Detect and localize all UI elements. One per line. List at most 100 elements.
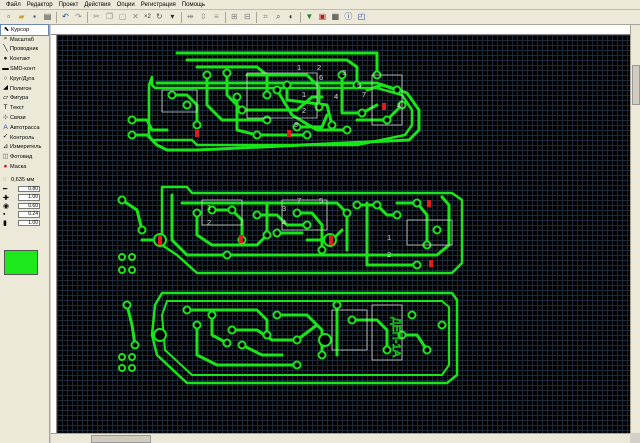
circle-icon: ○ [3,74,8,82]
mirror-h-icon[interactable]: ⇹ [185,12,196,23]
pin-number: 4 [397,101,401,110]
contrast-icon[interactable]: ◐ [286,12,297,23]
tool-connections[interactable]: ⊹ Связи [0,113,49,123]
measure-icon: ⊿ [2,143,9,151]
smd-icon: ▬ [2,64,9,72]
track-width-icon: ━ [3,186,8,194]
pin-number: 3 [282,204,286,213]
mirror-v-icon[interactable]: ⇳ [198,12,209,23]
menu-actions[interactable]: Действия [81,2,113,8]
tool-label: Контроль [10,134,35,141]
smd-height-icon: ▮ [3,220,7,228]
tool-label: Маска [10,164,27,171]
pin-number: 7 [362,90,366,99]
top-board [130,51,421,152]
copy-icon[interactable]: ❐ [104,12,115,23]
align-icon[interactable]: ≡ [211,12,222,23]
horizontal-scroll-thumb[interactable] [91,435,151,443]
menu-registration[interactable]: Регистрация [138,2,179,8]
track-width-row[interactable]: ━ 0.80 [0,185,49,194]
tool-smd[interactable]: ▬ SMD-конт [0,64,49,74]
pin-number: 1 [387,233,391,242]
cursor-icon: ⬉ [3,25,10,33]
toolbar-separator [56,11,57,23]
smd-height-row[interactable]: ▮ 1.00 [0,219,49,228]
tool-label: Круг/Дуга [10,75,35,82]
tool-label: Курсор [11,26,30,33]
tool-cursor[interactable]: ⬉ Курсор [0,24,49,36]
zoom-factor-button[interactable]: ×2 [143,12,152,23]
hole-size-icon: ◉ [3,203,10,211]
pcb-canvas[interactable]: ДЕП-1А 1234567123412345712 [57,35,630,433]
hole-size-row[interactable]: ◉ 0.60 [0,202,49,211]
hole-size-value[interactable]: 0.60 [18,202,40,210]
new-file-icon[interactable]: ▫ [3,12,14,23]
smd-height-value[interactable]: 1.00 [18,219,40,227]
tool-autoroute[interactable]: A Автотрасса [0,123,49,133]
smd-width-icon: ▪ [3,211,6,219]
display-icon[interactable]: ▦ [330,12,341,23]
horizontal-scrollbar[interactable] [51,433,630,443]
board-label: ДЕП-1А [390,317,402,357]
toolbar-separator [255,11,257,23]
layer-color-swatch[interactable] [4,250,38,275]
toolbar-separator [87,11,88,23]
vertical-scrollbar[interactable] [630,25,640,433]
pin-number: 4 [334,92,338,101]
tool-magnifier[interactable]: ⌕ Масштаб [0,35,49,45]
redo-icon[interactable]: ↷ [73,12,84,23]
pin-number: 3 [342,68,346,77]
delete-icon[interactable]: ✕ [130,12,141,23]
properties-icon[interactable]: ◰ [356,12,367,23]
pad-size-row[interactable]: ✚ 1.00 [0,193,49,202]
pin-number: 2 [317,63,321,72]
rotate-icon[interactable]: ↻ [154,12,165,23]
tool-panel: ⬉ Курсор ⌕ Масштаб ╲ Проводник ● Контакт ▬ SMD-ко… [0,24,50,443]
tool-polygon[interactable]: ◢ Полигон [0,84,49,94]
chevron-down-icon[interactable]: ▾ [167,12,178,23]
toolbar-separator [299,11,301,23]
ruler-top [51,25,630,35]
menu-help[interactable]: Помощь [179,2,208,8]
group-icon[interactable]: ⊞ [229,12,240,23]
tool-pad[interactable]: ● Контакт [0,54,49,64]
menu-options[interactable]: Опции [114,2,138,8]
ungroup-icon[interactable]: ⊟ [242,12,253,23]
tool-track[interactable]: ╲ Проводник [0,45,49,55]
pcb-layout: ДЕП-1А 12345671 23412345712 [117,51,464,385]
snap-icon[interactable]: ⌗ [260,12,271,23]
smd-width-row[interactable]: ▪ 0.24 [0,210,49,219]
pad-size-value[interactable]: 1.00 [18,194,40,201]
track-width-value[interactable]: 0.80 [18,185,40,193]
grid-size[interactable]: ⁙ 0,635 мм [0,175,49,185]
track-icon: ╲ [3,45,8,53]
tool-shape[interactable]: ▱ Фигура [0,94,49,104]
tool-text[interactable]: T Текст [0,103,49,113]
pin-number: 2 [387,250,391,259]
open-icon[interactable]: ▰ [16,12,27,23]
pin-number: 1 [302,90,306,99]
save-icon[interactable]: ▪ [29,12,40,23]
menu-project[interactable]: Проект [56,2,82,8]
photo-icon: ◫ [2,153,9,160]
print-icon[interactable]: ▤ [42,12,53,23]
smd-width-value[interactable]: 0.24 [18,211,40,218]
layer-f-icon[interactable]: ▼ [304,12,315,23]
component-icon[interactable]: ▣ [317,12,328,23]
menu-bar: Файл Редактор Проект Действия Опции Реги… [0,0,640,10]
tool-measure[interactable]: ⊿ Измеритель [0,143,49,153]
tool-control[interactable]: ✓ Контроль [0,133,49,143]
cut-icon[interactable]: ✂ [91,12,102,23]
tool-photo[interactable]: ◫ Фотовид [0,152,49,162]
zoom-icon[interactable]: ⌕ [273,12,284,23]
tool-mask[interactable]: ● Маска [0,162,49,172]
menu-file[interactable]: Файл [3,2,24,8]
paste-icon[interactable]: ▢ [117,12,128,23]
pin-number: 5 [357,81,361,90]
info-icon[interactable]: ⓘ [343,12,354,23]
tool-label: Контакт [10,56,31,63]
tool-circle[interactable]: ○ Круг/Дуга [0,74,49,84]
menu-editor[interactable]: Редактор [24,2,56,8]
vertical-scroll-thumb[interactable] [632,65,640,105]
undo-icon[interactable]: ↶ [60,12,71,23]
